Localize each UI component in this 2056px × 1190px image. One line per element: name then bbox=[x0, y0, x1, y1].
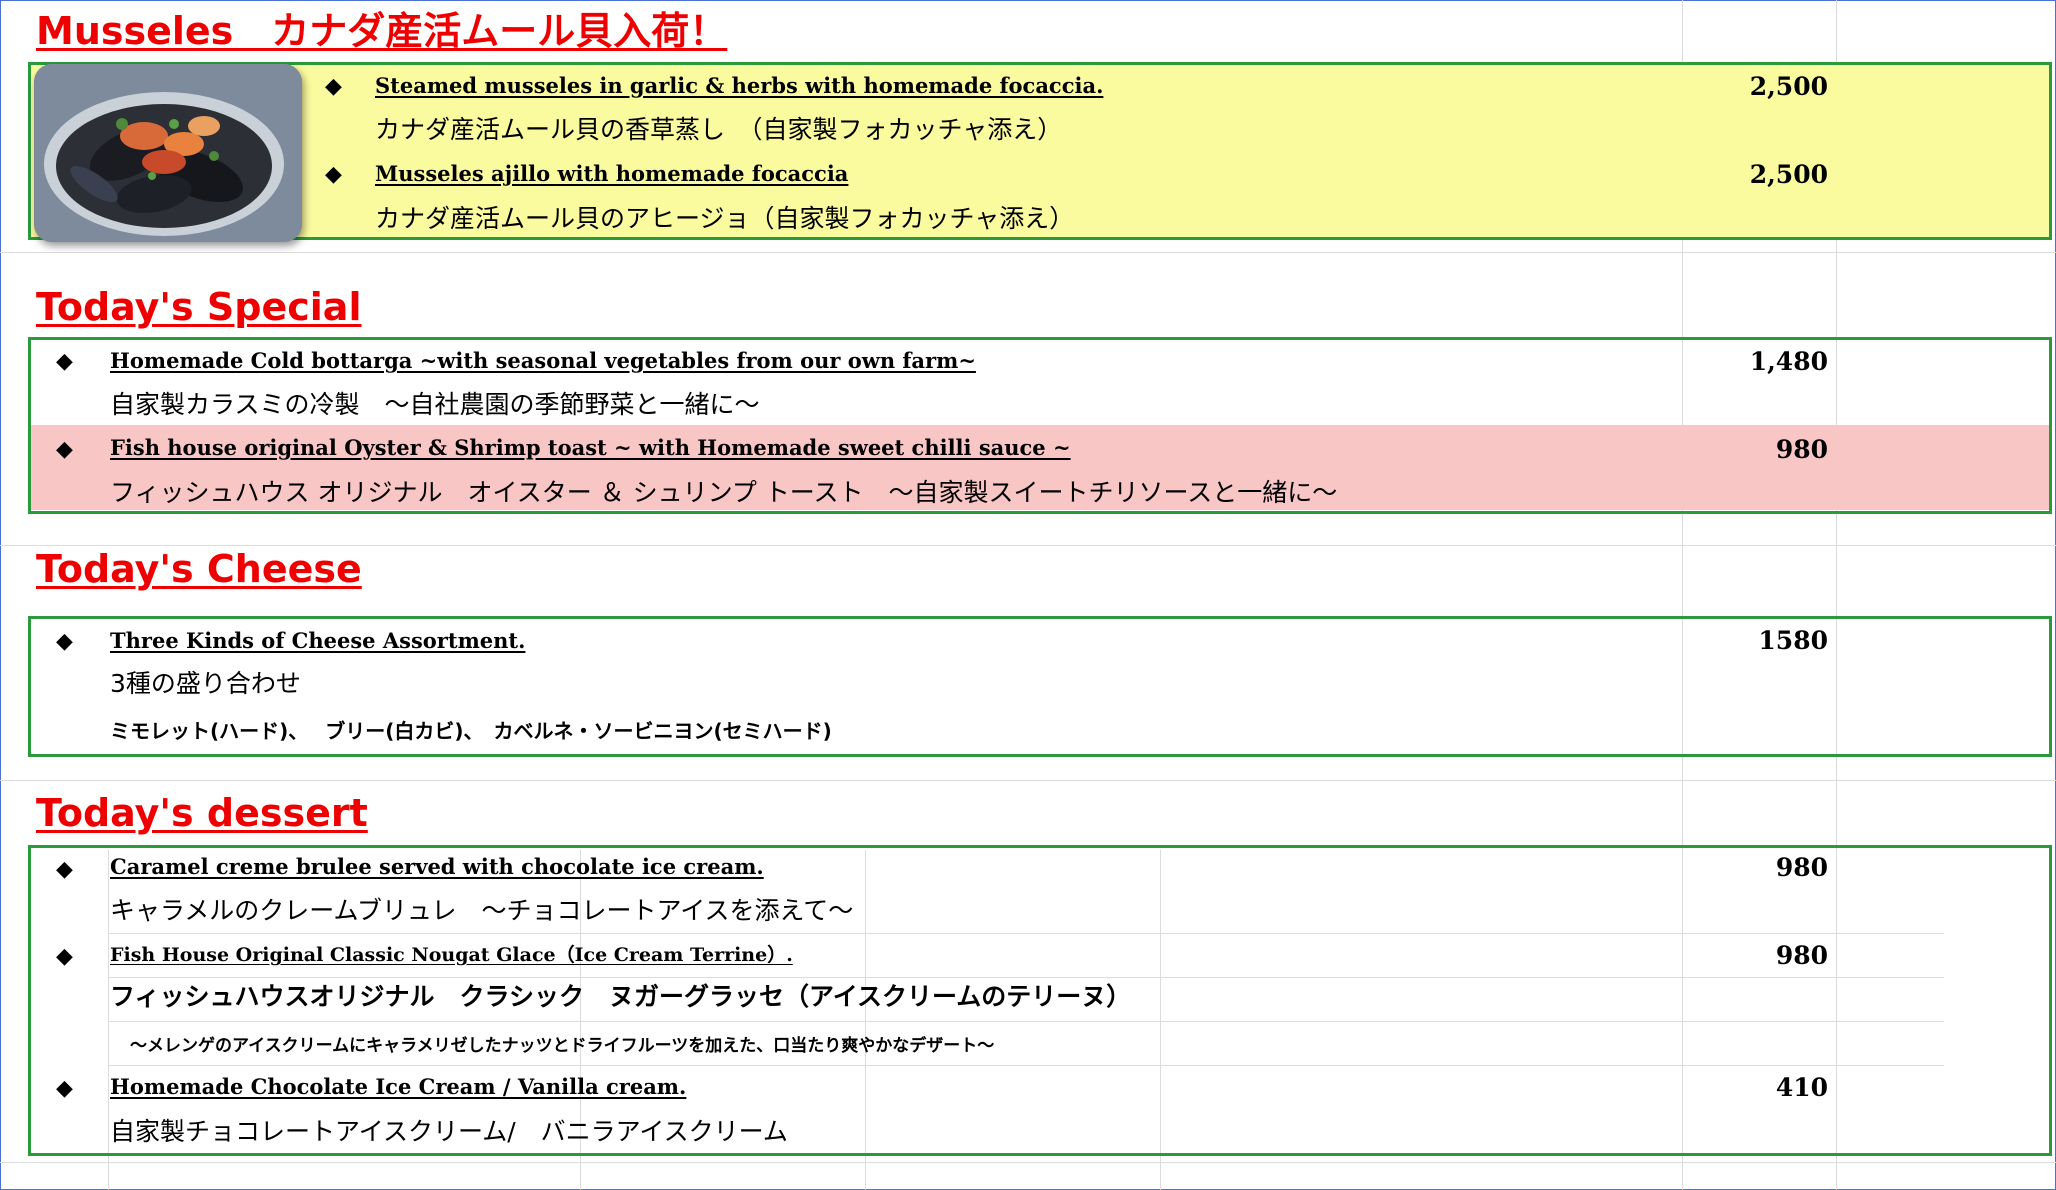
grid-line bbox=[0, 252, 2056, 253]
menu-item-detail: ～メレンゲのアイスクリームにキャラメリゼしたナッツとドライフルーツを加えた、口当… bbox=[130, 1036, 995, 1056]
menu-item-price: 2,500 bbox=[1749, 72, 1828, 101]
menu-item-en: Steamed musseles in garlic & herbs with … bbox=[375, 73, 1104, 98]
grid-line bbox=[0, 780, 2056, 781]
bullet-icon: ◆ bbox=[56, 1076, 73, 1101]
menu-item-price: 980 bbox=[1775, 435, 1828, 464]
section-title-special: Today's Special bbox=[36, 285, 362, 329]
bullet-icon: ◆ bbox=[325, 162, 342, 187]
section-title-mussels: Musseles カナダ産活ムール貝入荷！ bbox=[36, 9, 728, 53]
menu-item-jp: フィッシュハウス オリジナル オイスター ＆ シュリンプ トースト ～自家製スイ… bbox=[110, 478, 1338, 507]
menu-item-en: Fish House Original Classic Nougat Glace… bbox=[110, 944, 793, 966]
menu-item-price: 1580 bbox=[1758, 626, 1828, 655]
menu-item-en: Homemade Chocolate Ice Cream / Vanilla c… bbox=[110, 1074, 687, 1099]
bullet-icon: ◆ bbox=[56, 944, 73, 969]
menu-item-en: Three Kinds of Cheese Assortment. bbox=[110, 628, 526, 653]
menu-item-jp: カナダ産活ムール貝のアヒージョ（自家製フォカッチャ添え） bbox=[375, 204, 1075, 233]
bullet-icon: ◆ bbox=[325, 74, 342, 99]
menu-item-detail: ミモレット(ハード)、 ブリー(白カビ)、 カベルネ・ソービニヨン(セミハード) bbox=[110, 719, 832, 743]
menu-item-price: 410 bbox=[1775, 1073, 1828, 1102]
menu-item-en: Caramel creme brulee served with chocola… bbox=[110, 854, 764, 879]
menu-item-jp: 自家製チョコレートアイスクリーム/ バニラアイスクリーム bbox=[110, 1117, 788, 1146]
menu-item-en: Fish house original Oyster & Shrimp toas… bbox=[110, 435, 1071, 460]
section-title-cheese: Today's Cheese bbox=[36, 547, 362, 591]
menu-item-jp: キャラメルのクレームブリュレ ～チョコレートアイスを添えて～ bbox=[110, 896, 854, 925]
bullet-icon: ◆ bbox=[56, 629, 73, 654]
mussels-photo bbox=[34, 64, 302, 242]
grid-line bbox=[0, 1162, 2056, 1163]
bullet-icon: ◆ bbox=[56, 857, 73, 882]
menu-item-jp: カナダ産活ムール貝の香草蒸し （自家製フォカッチャ添え） bbox=[375, 115, 1063, 144]
menu-item-price: 980 bbox=[1775, 941, 1828, 970]
section-title-dessert: Today's dessert bbox=[36, 791, 368, 835]
menu-item-en: Homemade Cold bottarga ~with seasonal ve… bbox=[110, 348, 976, 373]
menu-item-jp: 3種の盛り合わせ bbox=[110, 669, 301, 698]
menu-item-price: 1,480 bbox=[1749, 347, 1828, 376]
menu-item-jp: 自家製カラスミの冷製 ～自社農園の季節野菜と一緒に～ bbox=[110, 390, 760, 419]
menu-item-price: 2,500 bbox=[1749, 160, 1828, 189]
menu-item-price: 980 bbox=[1775, 853, 1828, 882]
bullet-icon: ◆ bbox=[56, 437, 73, 462]
menu-item-jp: フィッシュハウスオリジナル クラシック ヌガーグラッセ（アイスクリームのテリーヌ… bbox=[110, 982, 1132, 1011]
bullet-icon: ◆ bbox=[56, 349, 73, 374]
menu-item-en: Musseles ajillo with homemade focaccia bbox=[375, 161, 849, 186]
